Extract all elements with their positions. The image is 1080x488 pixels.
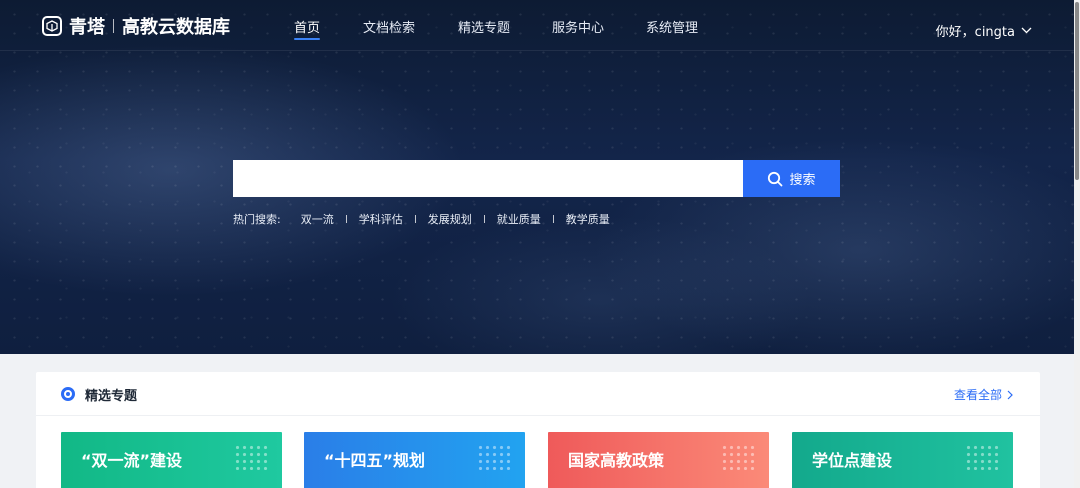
topic-card-title: “十四五”规划 [324,451,426,470]
search-icon [768,171,783,186]
nav-system-management[interactable]: 系统管理 [646,17,698,36]
search-button-label: 搜索 [789,173,816,188]
page-scrollbar[interactable] [1074,0,1080,488]
dot-pattern-decoration [234,444,270,470]
view-all-link[interactable]: 查看全部 [954,386,1013,403]
hot-term-divider [345,215,347,223]
featured-topics-header: 精选专题 查看全部 [36,372,1040,416]
hot-term-divider [483,215,485,223]
nav-home[interactable]: 首页 [294,17,321,40]
dot-pattern-decoration [965,444,1001,470]
target-circle-icon [61,387,75,401]
topic-card-title: “双一流”建设 [81,451,183,470]
topic-card-degree-program[interactable]: 学位点建设 [792,432,1013,488]
hot-term-employment-quality[interactable]: 就业质量 [497,211,541,227]
search-input[interactable] [233,160,744,197]
hot-term-teaching-quality[interactable]: 教学质量 [566,211,610,227]
top-navigation: 青塔 高教云数据库 首页 文档检索 精选专题 服务中心 系统管理 你好，cing… [0,0,1074,51]
dot-pattern-decoration [477,444,513,470]
logo-brand: 青塔 [69,17,105,38]
logo-divider [113,19,114,33]
hot-term-divider [552,215,554,223]
dot-pattern-decoration [721,444,757,470]
hot-searches: 热门搜索: 双一流 学科评估 发展规划 就业质量 教学质量 [233,211,610,227]
topic-card-national-policy[interactable]: 国家高教政策 [548,432,769,488]
hot-term-discipline-evaluation[interactable]: 学科评估 [359,211,403,227]
topic-card-double-first-class[interactable]: “双一流”建设 [61,432,282,488]
nav-featured-topics[interactable]: 精选专题 [458,17,510,36]
hot-term-divider [414,215,416,223]
featured-topics-title: 精选专题 [85,389,138,404]
chevron-right-icon [1007,390,1013,399]
hot-term-development-planning[interactable]: 发展规划 [428,211,472,227]
topic-card-title: 国家高教政策 [568,451,665,470]
chevron-down-icon [1021,27,1032,34]
topic-card-14th-five-year-plan[interactable]: “十四五”规划 [304,432,525,488]
user-menu[interactable]: 你好，cingta [936,21,1032,40]
logo-subtitle: 高教云数据库 [122,17,230,38]
nav-document-search[interactable]: 文档检索 [363,17,415,36]
user-greeting: 你好，cingta [935,25,1015,40]
logo[interactable]: 青塔 高教云数据库 [42,14,230,38]
cube-logo-icon [42,16,62,36]
hot-searches-label: 热门搜索: [233,213,281,226]
scrollbar-thumb[interactable] [1075,2,1079,180]
view-all-label: 查看全部 [953,388,1002,402]
topic-card-title: 学位点建设 [812,451,893,470]
nav-service-center[interactable]: 服务中心 [552,17,604,36]
search-button[interactable]: 搜索 [743,160,840,197]
featured-topics-panel: 精选专题 查看全部 “双一流”建设 “十四五”规划 国家高教政策 学位点建设 [36,372,1040,488]
hot-term-double-first-class[interactable]: 双一流 [301,211,334,227]
